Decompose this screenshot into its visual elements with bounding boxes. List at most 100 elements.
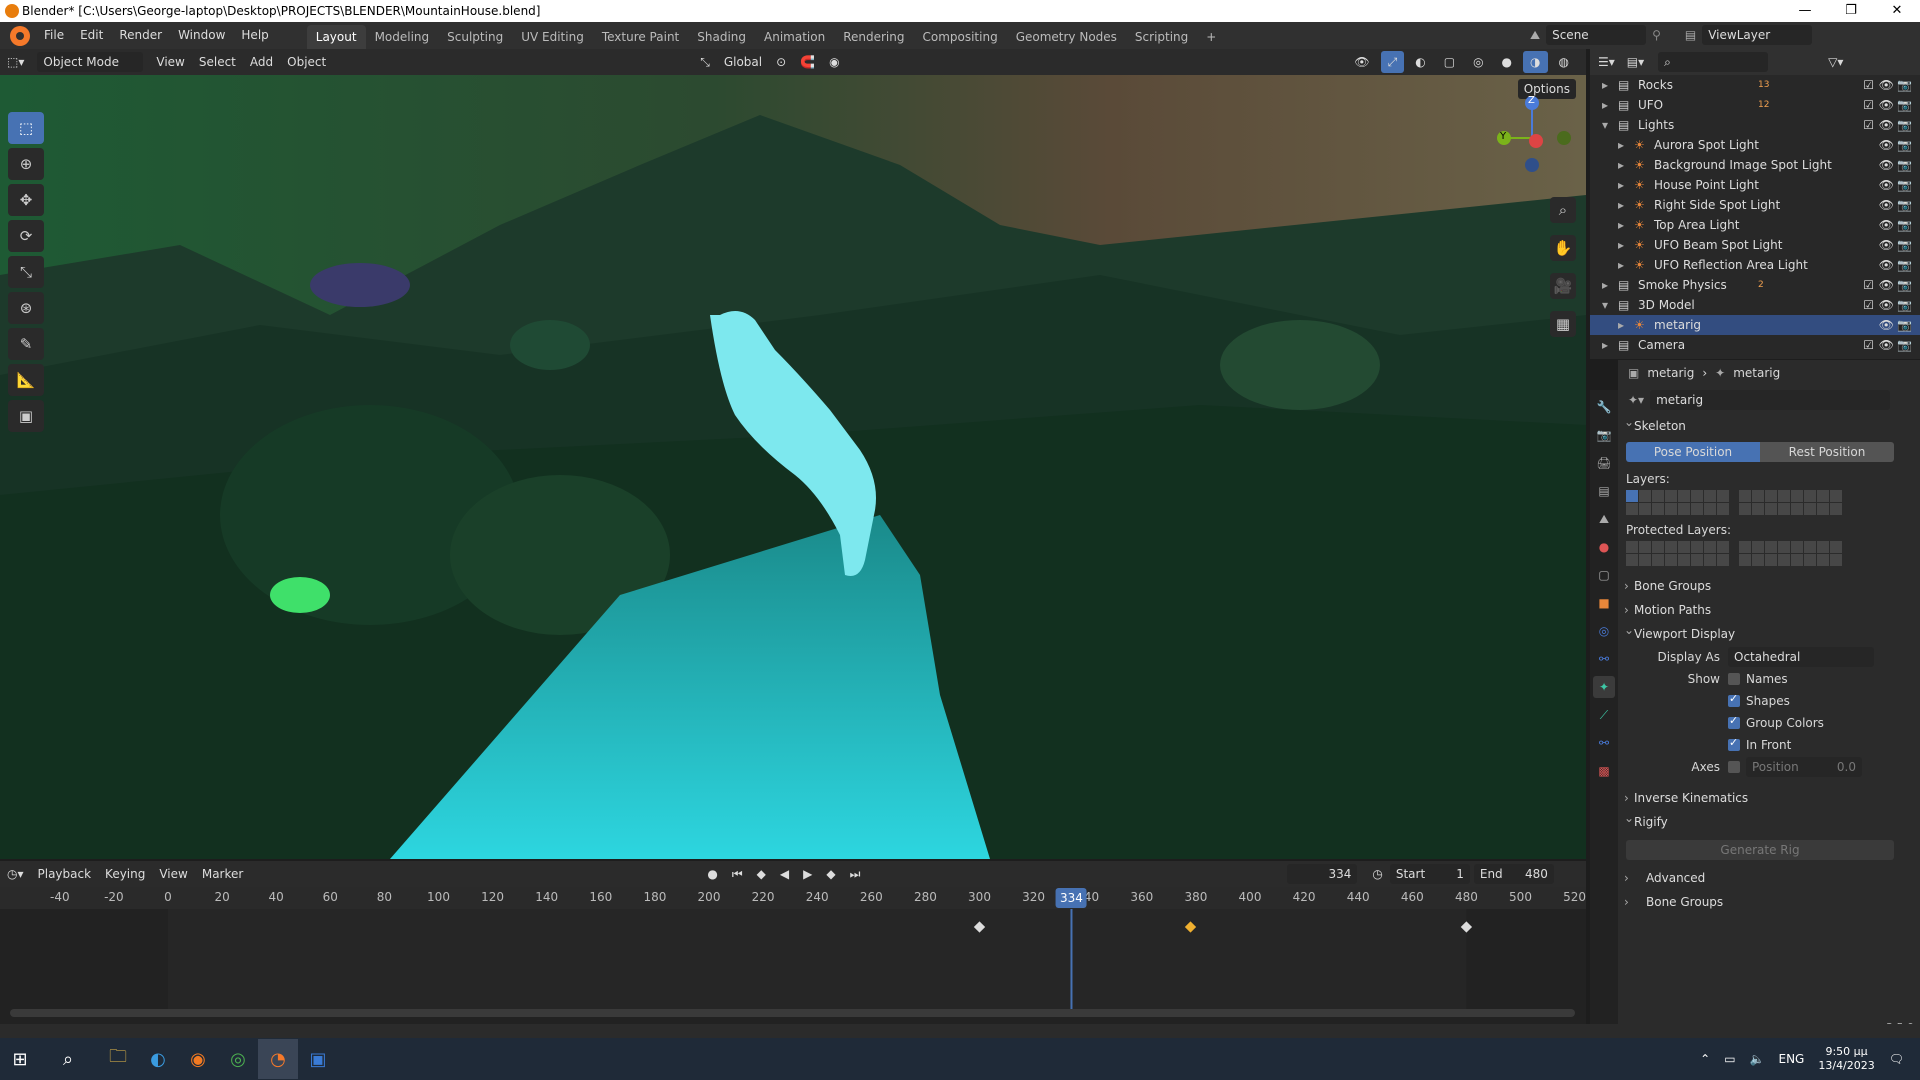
frame-ruler[interactable]: -40 -20 0 20 40 60 80 100 120 140 160 180 200 220 240 2…: [0, 887, 1586, 909]
3d-viewport[interactable]: Options Z Y ⌕ ✋ 🎥 ▦: [0, 75, 1586, 859]
inverse-kinematics-panel[interactable]: Inverse Kinematics: [1618, 786, 1920, 810]
camera-render-icon[interactable]: 📷: [1897, 155, 1912, 175]
physics-tab-icon[interactable]: ◎: [1593, 620, 1615, 642]
motion-paths-panel[interactable]: Motion Paths: [1618, 598, 1920, 622]
armature-data-icon[interactable]: ✦▾: [1628, 393, 1644, 407]
tab-uv-editing[interactable]: UV Editing: [512, 25, 593, 49]
eye-icon[interactable]: 👁: [1879, 75, 1894, 95]
rendered-shading-icon[interactable]: ◍: [1552, 51, 1576, 73]
menu-object[interactable]: Object: [280, 51, 333, 73]
camera-render-icon[interactable]: 📷: [1897, 115, 1912, 135]
outliner-row[interactable]: ▸ ▤ Camera ☑ 👁 📷: [1590, 335, 1920, 355]
tab-scripting[interactable]: Scripting: [1126, 25, 1197, 49]
menu-add[interactable]: Add: [243, 51, 280, 73]
expand-arrow-icon[interactable]: ▾: [1602, 295, 1608, 315]
expand-arrow-icon[interactable]: ▸: [1618, 255, 1624, 275]
windows-start-icon[interactable]: ⊞: [0, 1039, 40, 1079]
camera-render-icon[interactable]: 📷: [1897, 335, 1912, 355]
camera-render-icon[interactable]: 📷: [1897, 75, 1912, 95]
pose-position-button[interactable]: Pose Position: [1626, 442, 1760, 462]
camera-render-icon[interactable]: 📷: [1897, 255, 1912, 275]
menu-marker[interactable]: Marker: [195, 863, 250, 885]
expand-arrow-icon[interactable]: ▸: [1618, 215, 1624, 235]
solid-shading-icon[interactable]: ●: [1495, 51, 1519, 73]
tab-layout[interactable]: Layout: [306, 25, 366, 49]
expand-arrow-icon[interactable]: ▸: [1618, 195, 1624, 215]
play-reverse-icon[interactable]: ◀: [773, 863, 796, 885]
outliner-search-input[interactable]: ⌕: [1658, 52, 1769, 72]
outliner-row[interactable]: ▸ ☀ House Point Light 👁 📷: [1590, 175, 1920, 195]
bone-constraint-tab-icon[interactable]: ⚯: [1593, 732, 1615, 754]
rotate-icon[interactable]: ⟳: [8, 220, 44, 252]
menu-edit[interactable]: Edit: [72, 22, 111, 49]
language-indicator[interactable]: ENG: [1779, 1052, 1805, 1066]
menu-view[interactable]: View: [149, 51, 191, 73]
menu-render[interactable]: Render: [111, 22, 170, 49]
exclude-checkbox-icon[interactable]: ☑: [1863, 295, 1874, 315]
select-box-icon[interactable]: ⬚: [8, 112, 44, 144]
perspective-grid-icon[interactable]: ▦: [1550, 311, 1576, 337]
start-frame-field[interactable]: Start 1: [1389, 864, 1470, 884]
camera-render-icon[interactable]: 📷: [1897, 295, 1912, 315]
add-workspace-button[interactable]: +: [1197, 25, 1225, 49]
expand-arrow-icon[interactable]: ▸: [1602, 75, 1608, 95]
bone-groups-subpanel[interactable]: Bone Groups: [1618, 890, 1920, 914]
play-icon[interactable]: ▶: [796, 863, 819, 885]
expand-arrow-icon[interactable]: ▸: [1618, 135, 1624, 155]
eye-icon[interactable]: 👁: [1879, 215, 1894, 235]
preview-range-icon[interactable]: ◷: [1365, 863, 1389, 885]
outliner-row[interactable]: ▸ ☀ UFO Beam Spot Light 👁 📷: [1590, 235, 1920, 255]
pan-hand-icon[interactable]: ✋: [1550, 235, 1576, 261]
camera-render-icon[interactable]: 📷: [1897, 235, 1912, 255]
add-cube-icon[interactable]: ▣: [8, 400, 44, 432]
filter-icon[interactable]: ▽▾: [1828, 55, 1843, 69]
search-icon[interactable]: ⌕: [48, 1039, 88, 1079]
camera-render-icon[interactable]: 📷: [1897, 195, 1912, 215]
menu-file[interactable]: File: [36, 22, 72, 49]
jump-end-icon[interactable]: ⏭: [843, 863, 868, 885]
clock[interactable]: 9:50 μμ 13/4/2023: [1818, 1045, 1874, 1073]
pin-icon[interactable]: ⚲: [1652, 28, 1661, 42]
tab-rendering[interactable]: Rendering: [834, 25, 913, 49]
cursor-icon[interactable]: ⊕: [8, 148, 44, 180]
eye-icon[interactable]: 👁: [1879, 175, 1894, 195]
view-layer-tab-icon[interactable]: ▤: [1593, 480, 1615, 502]
menu-select[interactable]: Select: [192, 51, 243, 73]
navigation-gizmo[interactable]: Z Y: [1492, 93, 1572, 173]
xray-icon[interactable]: ▢: [1437, 51, 1462, 73]
mode-selector[interactable]: Object Mode: [37, 52, 144, 72]
constraints-tab-icon[interactable]: ⚯: [1593, 648, 1615, 670]
eye-icon[interactable]: 👁: [1879, 335, 1894, 355]
eye-icon[interactable]: 👁: [1879, 295, 1894, 315]
outliner-row[interactable]: ▸ ▤ Smoke Physics 2 ☑ 👁 📷: [1590, 275, 1920, 295]
tab-sculpting[interactable]: Sculpting: [438, 25, 512, 49]
timeline-scrollbar[interactable]: [10, 1009, 1575, 1017]
playhead-frame-label[interactable]: 334: [1056, 888, 1087, 908]
timeline-editor-icon[interactable]: ◷▾: [0, 863, 31, 885]
menu-keying[interactable]: Keying: [98, 863, 152, 885]
outliner-row[interactable]: ▸ ▤ UFO 12 ☑ 👁 📷: [1590, 95, 1920, 115]
generate-rig-button[interactable]: Generate Rig: [1626, 840, 1894, 860]
axes-position-field[interactable]: Position 0.0: [1746, 757, 1862, 777]
notifications-icon[interactable]: 🗨: [1889, 1052, 1904, 1066]
camera-view-icon[interactable]: 🎥: [1550, 273, 1576, 299]
armature-data-tab-icon[interactable]: ✦: [1593, 676, 1615, 698]
visibility-icon[interactable]: 👁: [1347, 51, 1376, 73]
app-taskbar-icon[interactable]: ▣: [298, 1039, 338, 1079]
rest-position-button[interactable]: Rest Position: [1760, 442, 1894, 462]
outliner-row[interactable]: ▾ ▤ 3D Model ☑ 👁 📷: [1590, 295, 1920, 315]
texture-tab-icon[interactable]: ▩: [1593, 760, 1615, 782]
armature-name-field[interactable]: metarig: [1650, 390, 1891, 410]
chrome-icon[interactable]: ◎: [218, 1039, 258, 1079]
eye-icon[interactable]: 👁: [1879, 315, 1894, 335]
prev-keyframe-icon[interactable]: ◆: [750, 863, 773, 885]
bone-groups-panel[interactable]: Bone Groups: [1618, 574, 1920, 598]
names-checkbox[interactable]: [1728, 673, 1740, 685]
rigify-panel[interactable]: Rigify: [1618, 806, 1920, 834]
eye-icon[interactable]: 👁: [1879, 155, 1894, 175]
eye-icon[interactable]: 👁: [1879, 275, 1894, 295]
expand-arrow-icon[interactable]: ▸: [1618, 175, 1624, 195]
axes-checkbox[interactable]: [1728, 761, 1740, 773]
battery-icon[interactable]: ▭: [1724, 1052, 1735, 1066]
camera-render-icon[interactable]: 📷: [1897, 315, 1912, 335]
